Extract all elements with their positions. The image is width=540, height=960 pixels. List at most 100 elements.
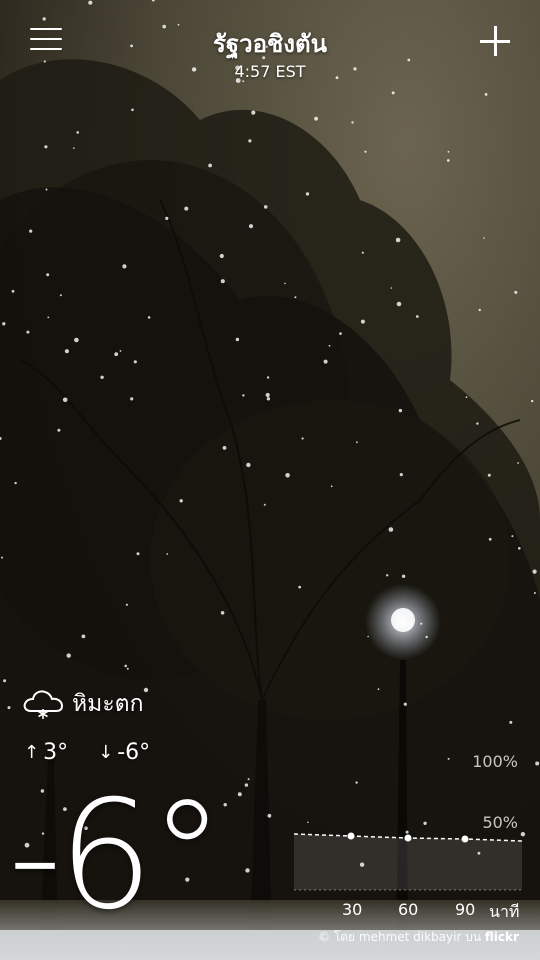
snowflake — [237, 792, 242, 797]
snowflake — [46, 273, 50, 277]
snowflake — [208, 163, 213, 168]
high-low: ↑ 3° ↓ -6° — [24, 740, 150, 765]
snowflake — [351, 121, 354, 124]
local-time: 4:57 EST — [234, 62, 306, 81]
snowflake — [124, 664, 127, 668]
precipitation-point-60 — [404, 834, 412, 842]
snowflake — [29, 229, 33, 233]
snowflake — [364, 150, 367, 153]
snowflake — [88, 0, 93, 5]
snowflake — [415, 315, 419, 318]
high-temp: 3° — [43, 740, 69, 765]
precipitation-point-90 — [461, 835, 469, 843]
condition-label: หิมะตก — [72, 691, 144, 717]
snowflake — [122, 264, 127, 269]
snowflake — [133, 360, 137, 364]
snowflake — [66, 653, 71, 658]
snowflake — [399, 473, 403, 477]
precipitation-graph — [293, 832, 523, 891]
snowflake — [76, 131, 79, 134]
snowflake — [328, 344, 331, 347]
precipitation-chart[interactable]: 100% 50% 30 60 90 นาที — [292, 740, 532, 940]
snowflake — [42, 17, 46, 21]
snowflake — [1, 556, 3, 559]
flickr-logo: flickr — [484, 930, 519, 944]
snowflake — [386, 574, 389, 577]
snowflake — [531, 399, 534, 403]
snowflake — [446, 159, 450, 162]
snowflake — [184, 206, 189, 211]
arrow-up-icon: ↑ — [24, 742, 40, 763]
low-temp: -6° — [117, 740, 151, 765]
location-title[interactable]: รัฐวอชิงตัน — [0, 24, 540, 63]
add-location-button[interactable] — [480, 26, 510, 56]
snowflake — [263, 205, 268, 209]
snowflake — [314, 116, 318, 121]
snowflake — [487, 473, 491, 477]
snowflake — [26, 330, 30, 334]
snowflake — [509, 720, 513, 724]
snowflake — [532, 569, 537, 574]
precipitation-area — [294, 834, 522, 890]
snowflake — [476, 422, 479, 425]
snowflake — [266, 376, 270, 379]
snowflake — [59, 294, 62, 297]
snowflake — [388, 527, 394, 532]
snowflake — [305, 192, 310, 196]
snowflake — [242, 394, 245, 397]
snowflake — [377, 688, 380, 691]
snowflake — [396, 301, 402, 307]
snowflake — [398, 408, 403, 413]
snowflake — [2, 322, 6, 326]
snowflake — [265, 392, 270, 398]
snowflake — [339, 332, 342, 335]
snowflake — [247, 778, 250, 781]
snowflake — [11, 289, 15, 293]
snowflake — [483, 237, 485, 239]
snowflake — [488, 537, 492, 541]
snowflake — [219, 253, 224, 259]
current-condition: หิมะตก — [22, 686, 144, 722]
snowflake — [126, 667, 129, 670]
snowflake — [330, 485, 333, 488]
snowflake — [447, 150, 450, 153]
snowflake — [514, 290, 518, 294]
minute-label-60: 60 — [398, 900, 419, 919]
snowflake — [484, 93, 488, 96]
snowflake — [263, 503, 266, 506]
current-temperature: -6° — [8, 769, 225, 943]
snowflake — [248, 139, 252, 143]
snowflake — [131, 108, 134, 112]
snowflake — [44, 145, 48, 149]
snowflake — [166, 553, 169, 555]
snowflake — [244, 783, 249, 787]
snowflake — [74, 337, 79, 343]
snowflake — [420, 622, 423, 625]
credit-text: © โดย mehmet dikbayir บน — [318, 930, 482, 944]
snowflake — [165, 216, 169, 220]
photo-credit[interactable]: © โดย mehmet dikbayir บน flickr — [318, 928, 519, 947]
snowflake — [367, 635, 369, 638]
snowflake — [57, 428, 61, 432]
snowflake — [517, 462, 519, 464]
snowflake — [222, 446, 227, 450]
snowflake — [14, 481, 17, 485]
snowflake — [267, 813, 272, 818]
snowflake — [73, 147, 75, 149]
snowflake — [235, 337, 240, 342]
minute-label-30: 30 — [342, 900, 363, 919]
minute-unit-label: นาที — [489, 902, 520, 921]
snowflake — [323, 359, 328, 364]
snowflake — [136, 552, 140, 556]
arrow-down-icon: ↓ — [98, 742, 114, 763]
snowflake — [535, 761, 540, 766]
snowflake — [403, 702, 407, 706]
snowflake — [62, 397, 68, 403]
snowflake — [125, 603, 128, 606]
snowflake — [390, 287, 393, 289]
snowflake — [114, 352, 119, 357]
snowflake — [361, 251, 364, 254]
snowflake — [3, 679, 7, 683]
snowflake — [533, 592, 536, 594]
snowflake — [425, 635, 428, 639]
